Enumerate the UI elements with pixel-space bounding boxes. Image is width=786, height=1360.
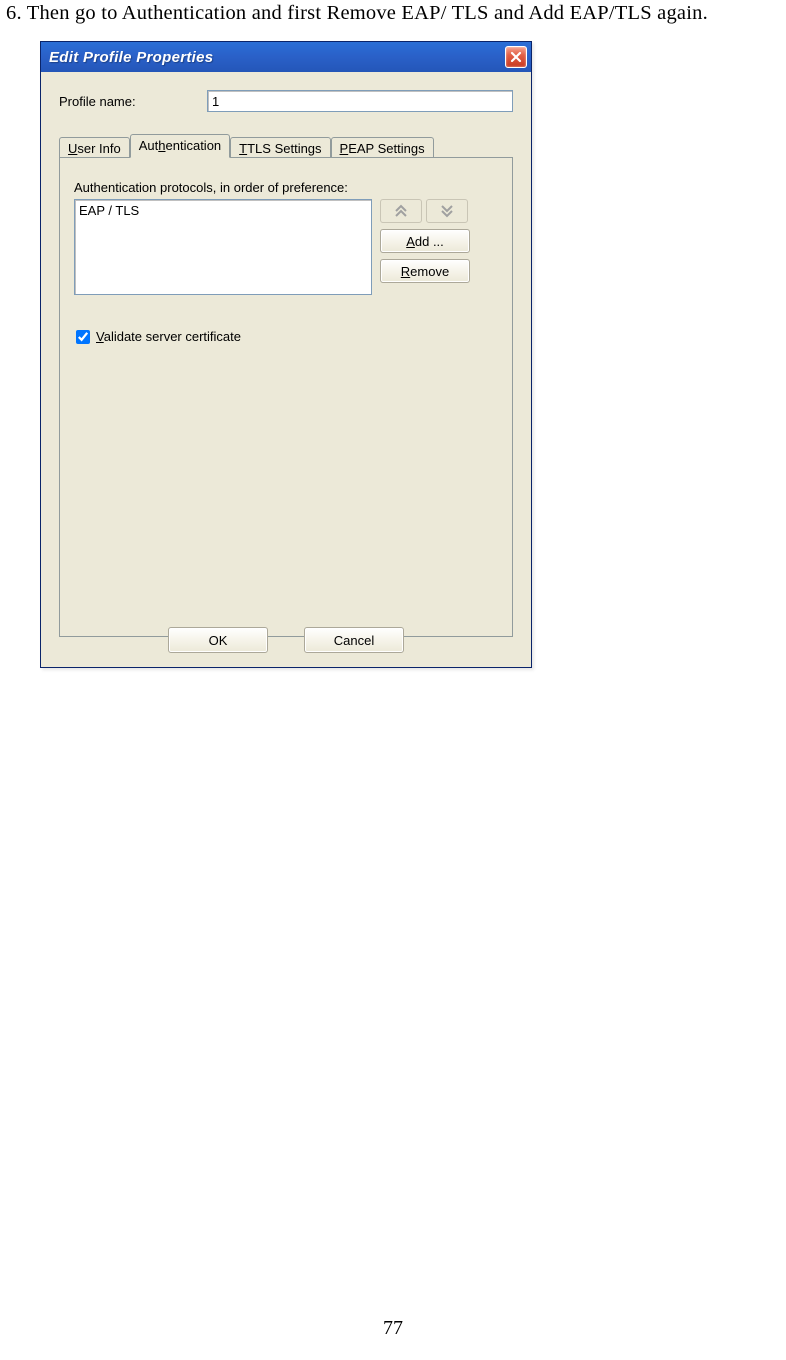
- tabstrip: User Info Authentication TTLS Settings P…: [59, 134, 513, 158]
- auth-label-pre: Authentication protocols, in: [74, 180, 234, 195]
- chevrons-down-icon: [439, 204, 455, 218]
- profile-name-input[interactable]: [207, 90, 513, 112]
- remove-button[interactable]: Remove: [380, 259, 470, 283]
- tab-ttls-ul: T: [239, 141, 247, 156]
- profile-name-label: Profile name:: [59, 94, 207, 109]
- tab-ttls-settings[interactable]: TTLS Settings: [230, 137, 330, 159]
- tab-peap-post: EAP Settings: [348, 141, 424, 156]
- tab-user-info-rest: ser Info: [77, 141, 120, 156]
- validate-cert-row: Validate server certificate: [74, 329, 498, 344]
- page-number: 77: [0, 1317, 786, 1340]
- auth-list-row: EAP / TLS: [74, 199, 498, 295]
- close-icon: [510, 51, 522, 63]
- ok-button[interactable]: OK: [168, 627, 268, 653]
- edit-profile-dialog: Edit Profile Properties Profile name: Us…: [40, 41, 532, 668]
- tab-auth-post: entication: [166, 138, 222, 153]
- cancel-button[interactable]: Cancel: [304, 627, 404, 653]
- validate-cert-ul: V: [96, 329, 104, 344]
- list-item[interactable]: EAP / TLS: [79, 202, 367, 219]
- remove-button-ul: R: [401, 264, 410, 279]
- move-down-button[interactable]: [426, 199, 468, 223]
- tab-auth-ul: h: [158, 138, 165, 153]
- tab-peap-settings[interactable]: PEAP Settings: [331, 137, 434, 159]
- move-buttons-row: [380, 199, 470, 223]
- remove-button-rest: emove: [410, 264, 449, 279]
- tab-authentication[interactable]: Authentication: [130, 134, 230, 158]
- dialog-title: Edit Profile Properties: [49, 49, 213, 66]
- validate-cert-rest: alidate server certificate: [104, 329, 241, 344]
- tab-panel-authentication: Authentication protocols, in order of pr…: [59, 157, 513, 637]
- move-up-button[interactable]: [380, 199, 422, 223]
- validate-cert-checkbox[interactable]: [76, 330, 90, 344]
- tab-peap-ul: P: [340, 141, 349, 156]
- add-button[interactable]: Add ...: [380, 229, 470, 253]
- close-button[interactable]: [505, 46, 527, 68]
- dialog-client-area: Profile name: User Info Authentication T…: [41, 72, 531, 667]
- tab-user-info[interactable]: User Info: [59, 137, 130, 159]
- auth-protocols-listbox[interactable]: EAP / TLS: [74, 199, 372, 295]
- tab-auth-pre: Aut: [139, 138, 159, 153]
- tab-ttls-post: TLS Settings: [247, 141, 321, 156]
- auth-protocols-label: Authentication protocols, in order of pr…: [74, 180, 498, 195]
- instruction-text: 6. Then go to Authentication and first R…: [6, 2, 708, 25]
- add-button-ul: A: [406, 234, 415, 249]
- auth-button-column: Add ... Remove: [380, 199, 470, 289]
- validate-cert-label[interactable]: Validate server certificate: [96, 329, 241, 344]
- auth-label-ul: o: [234, 180, 241, 195]
- auth-label-post: rder of preference:: [241, 180, 348, 195]
- add-button-rest: dd ...: [415, 234, 444, 249]
- tab-user-info-ul: U: [68, 141, 77, 156]
- dialog-titlebar[interactable]: Edit Profile Properties: [41, 42, 531, 72]
- profile-name-row: Profile name:: [59, 90, 513, 112]
- chevrons-up-icon: [393, 204, 409, 218]
- dialog-button-row: OK Cancel: [41, 627, 531, 653]
